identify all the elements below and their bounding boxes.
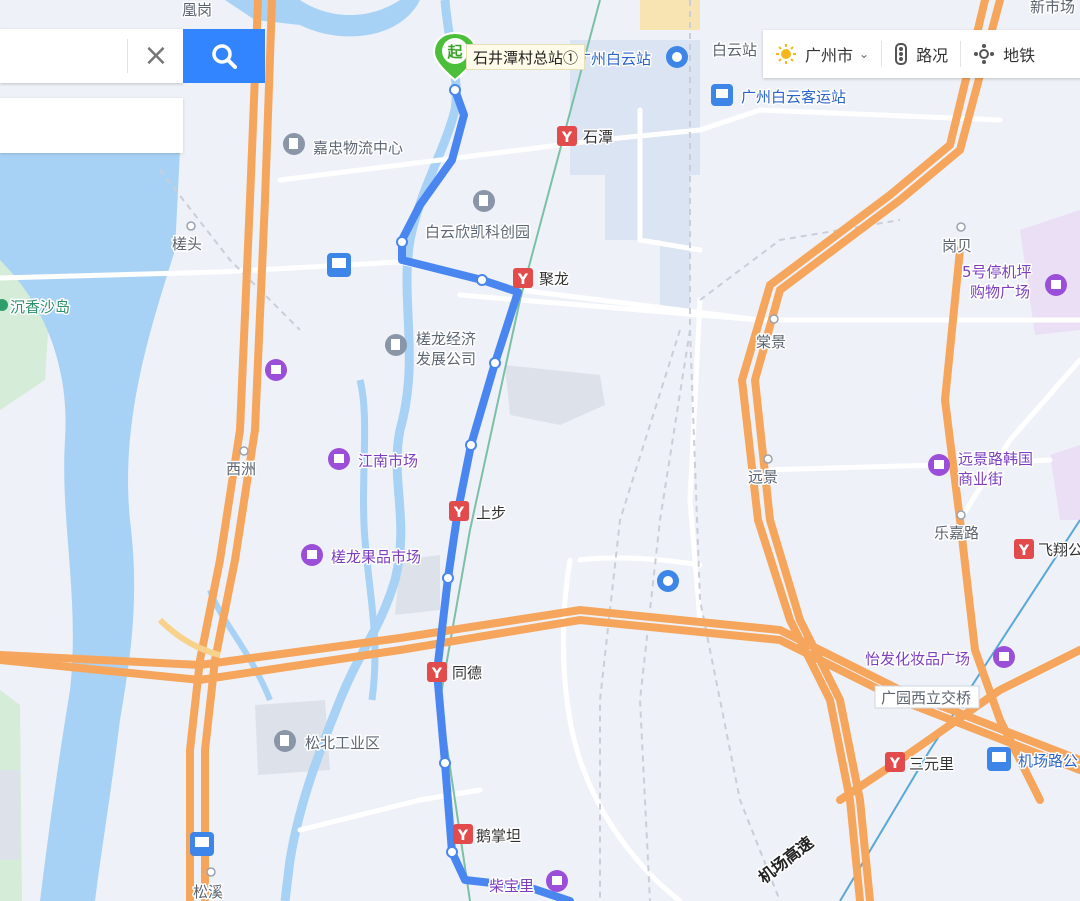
train-station-icon[interactable] <box>657 570 679 592</box>
shopping-icon[interactable] <box>328 448 350 470</box>
bus-station-icon[interactable] <box>987 747 1011 771</box>
traffic-label: 路况 <box>916 48 949 65</box>
search-input[interactable] <box>0 29 126 83</box>
poi-label: 嘉忠物流中心 <box>313 139 403 157</box>
close-icon: × <box>143 38 169 73</box>
search-icon <box>212 44 237 69</box>
start-badge-text: 起 <box>446 43 463 61</box>
shopping-icon[interactable] <box>546 870 568 892</box>
building-icon[interactable] <box>283 133 305 155</box>
subway-icon <box>974 44 995 64</box>
poi-label: 白云欣凯科创园 <box>425 223 530 241</box>
place-dot <box>769 314 779 324</box>
search-box: × <box>0 29 183 83</box>
metro-label: 鹅掌坦 <box>476 827 521 845</box>
metro-label: 飞翔公 <box>1038 541 1080 559</box>
route-stop <box>439 757 451 769</box>
place-label: 松溪 <box>193 883 223 901</box>
metro-label: 上步 <box>476 504 506 522</box>
metro-station-icon[interactable]: Y <box>427 662 447 682</box>
start-stop-tooltip[interactable]: 石井潭村总站① <box>466 44 586 70</box>
place-dot <box>763 454 773 464</box>
metro-station-icon[interactable]: Y <box>885 752 905 772</box>
place-label: 新市场 <box>1030 0 1075 16</box>
place-label: 凰岗 <box>182 1 212 19</box>
traffic-light-icon <box>895 43 908 65</box>
route-stop <box>449 84 461 96</box>
metro-label: 三元里 <box>909 755 954 773</box>
shopping-icon[interactable] <box>1045 274 1067 296</box>
subway-label: 地铁 <box>1003 48 1036 65</box>
svg-text:Y: Y <box>431 666 443 682</box>
search-suggestion-panel[interactable] <box>0 98 183 153</box>
svg-text:Y: Y <box>889 756 901 772</box>
subway-toggle[interactable]: 地铁 <box>961 30 1047 78</box>
map-toolbar: 广州市 ⌄ 路况 地铁 <box>763 30 1080 78</box>
metro-station-icon[interactable]: Y <box>557 126 577 146</box>
poi-label: 松北工业区 <box>305 734 380 752</box>
route-stop <box>442 572 454 584</box>
svg-text:Y: Y <box>453 505 465 521</box>
shopping-icon[interactable] <box>301 544 323 566</box>
bus-station-icon[interactable] <box>327 253 351 277</box>
place-label: 棠景 <box>756 333 786 351</box>
shop-label: 槎龙果品市场 <box>331 548 421 566</box>
place-label: 白云站 <box>712 41 757 59</box>
city-label: 广州市 <box>805 48 854 65</box>
bus-station-icon[interactable] <box>190 832 214 856</box>
place-label: 乐嘉路 <box>934 524 979 542</box>
bus-station-icon[interactable] <box>711 84 733 106</box>
place-dot <box>206 867 216 877</box>
station-label: 广州白云站 <box>576 50 651 68</box>
metro-station-icon[interactable]: Y <box>513 268 533 288</box>
chevron-down-icon: ⌄ <box>859 47 870 61</box>
shopping-icon[interactable] <box>928 454 950 476</box>
svg-text:Y: Y <box>517 272 529 288</box>
svg-text:Y: Y <box>561 130 573 146</box>
shop-label: 江南市场 <box>358 452 418 470</box>
place-dot <box>956 510 966 520</box>
city-selector[interactable]: 广州市 ⌄ <box>763 30 881 78</box>
route-stop <box>446 846 458 858</box>
route-stop <box>396 236 408 248</box>
place-label: 槎头 <box>172 235 202 253</box>
place-label: 西洲 <box>226 460 256 478</box>
sun-icon <box>776 44 796 64</box>
shop-label: 柴宝里 <box>489 877 534 895</box>
svg-text:Y: Y <box>1018 543 1030 559</box>
metro-label: 聚龙 <box>539 270 569 288</box>
metro-label: 石潭 <box>583 128 613 146</box>
building-icon[interactable] <box>473 190 495 212</box>
search-button[interactable] <box>183 29 265 83</box>
shop-label: 怡发化妆品广场 <box>865 650 970 668</box>
place-dot <box>186 221 196 231</box>
start-stop-label: 石井潭村总站① <box>473 49 579 67</box>
bridge-label: 广园西立交桥 <box>881 689 971 707</box>
station-label: 机场路公 <box>1018 752 1078 770</box>
svg-text:Y: Y <box>457 828 469 844</box>
place-dot <box>956 222 966 232</box>
metro-station-icon[interactable]: Y <box>1014 539 1034 559</box>
traffic-toggle[interactable]: 路况 <box>882 30 960 78</box>
building-icon[interactable] <box>385 334 407 356</box>
building-icon[interactable] <box>274 730 296 752</box>
shopping-icon[interactable] <box>993 646 1015 668</box>
place-label: 远景 <box>748 468 778 486</box>
train-station-icon[interactable] <box>666 46 688 68</box>
station-label: 广州白云客运站 <box>741 88 846 106</box>
place-label: 岗贝 <box>942 237 972 255</box>
metro-label: 同德 <box>452 664 482 682</box>
route-stop <box>465 439 477 451</box>
route-stop <box>476 274 488 286</box>
route-stop <box>489 357 501 369</box>
metro-station-icon[interactable]: Y <box>453 824 473 844</box>
shopping-icon[interactable] <box>265 359 287 381</box>
island-label: 沉香沙岛 <box>10 298 70 316</box>
building-block <box>0 770 20 860</box>
clear-search-button[interactable]: × <box>127 39 184 73</box>
place-dot <box>239 446 249 456</box>
metro-station-icon[interactable]: Y <box>449 501 469 521</box>
